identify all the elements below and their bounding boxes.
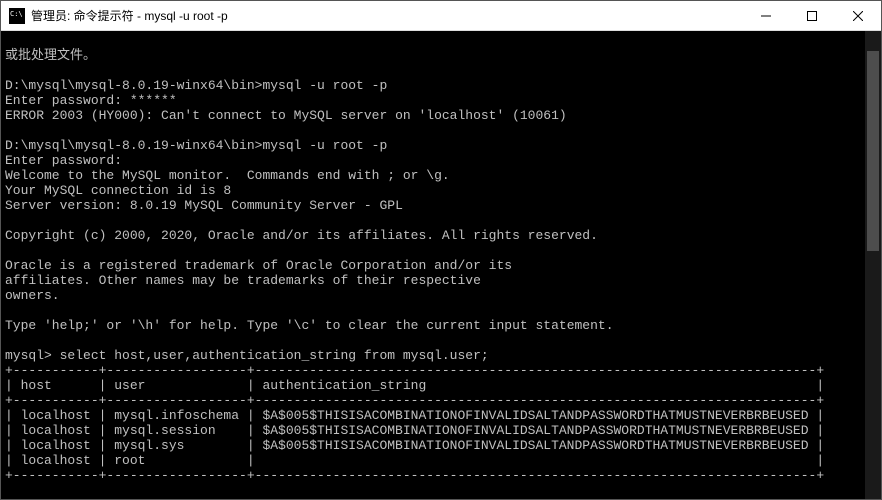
titlebar[interactable]: 管理员: 命令提示符 - mysql -u root -p	[1, 1, 881, 31]
table-row: | localhost| mysql.session| $A$005$THISI…	[5, 423, 824, 438]
output-line: affiliates. Other names may be trademark…	[5, 273, 481, 288]
output-line: D:\mysql\mysql-8.0.19-winx64\bin>mysql -…	[5, 138, 387, 153]
table-border: +-----------+------------------+--------…	[5, 363, 824, 378]
col-host: host	[21, 378, 99, 393]
table-row: | localhost| mysql.sys| $A$005$THISISACO…	[5, 438, 824, 453]
window-controls	[743, 1, 881, 30]
table-row: | localhost| mysql.infoschema| $A$005$TH…	[5, 408, 824, 423]
scrollbar-thumb[interactable]	[867, 51, 879, 251]
output-line: Enter password:	[5, 153, 122, 168]
table-border: +-----------+------------------+--------…	[5, 468, 824, 483]
output-line: 或批处理文件。	[5, 48, 96, 63]
output-line: Enter password: ******	[5, 93, 177, 108]
output-line: Welcome to the MySQL monitor. Commands e…	[5, 168, 450, 183]
query-line: mysql> select host,user,authentication_s…	[5, 348, 489, 363]
col-auth: authentication_string	[262, 378, 816, 393]
table-border: +-----------+------------------+--------…	[5, 393, 824, 408]
col-user: user	[114, 378, 247, 393]
maximize-button[interactable]	[789, 1, 835, 30]
summary-line: 4 rows in set (0.04 sec)	[5, 498, 192, 499]
terminal-area[interactable]: 或批处理文件。 D:\mysql\mysql-8.0.19-winx64\bin…	[1, 31, 881, 499]
window-title: 管理员: 命令提示符 - mysql -u root -p	[31, 7, 743, 24]
output-line: D:\mysql\mysql-8.0.19-winx64\bin>mysql -…	[5, 78, 387, 93]
output-line: Server version: 8.0.19 MySQL Community S…	[5, 198, 403, 213]
maximize-icon	[807, 11, 817, 21]
output-line: Copyright (c) 2000, 2020, Oracle and/or …	[5, 228, 598, 243]
cmd-icon	[9, 8, 25, 24]
output-line: Oracle is a registered trademark of Orac…	[5, 258, 512, 273]
scrollbar[interactable]	[865, 31, 881, 499]
minimize-icon	[761, 11, 771, 21]
window-frame: 管理员: 命令提示符 - mysql -u root -p 或批处理文件。 D:…	[0, 0, 882, 500]
table-header-row: | host| user| authentication_string|	[5, 378, 824, 393]
close-button[interactable]	[835, 1, 881, 30]
close-icon	[853, 11, 863, 21]
output-line: ERROR 2003 (HY000): Can't connect to MyS…	[5, 108, 567, 123]
output-line: Type 'help;' or '\h' for help. Type '\c'…	[5, 318, 614, 333]
table-row: | localhost| root| |	[5, 453, 824, 468]
output-line: owners.	[5, 288, 60, 303]
minimize-button[interactable]	[743, 1, 789, 30]
output-line: Your MySQL connection id is 8	[5, 183, 231, 198]
